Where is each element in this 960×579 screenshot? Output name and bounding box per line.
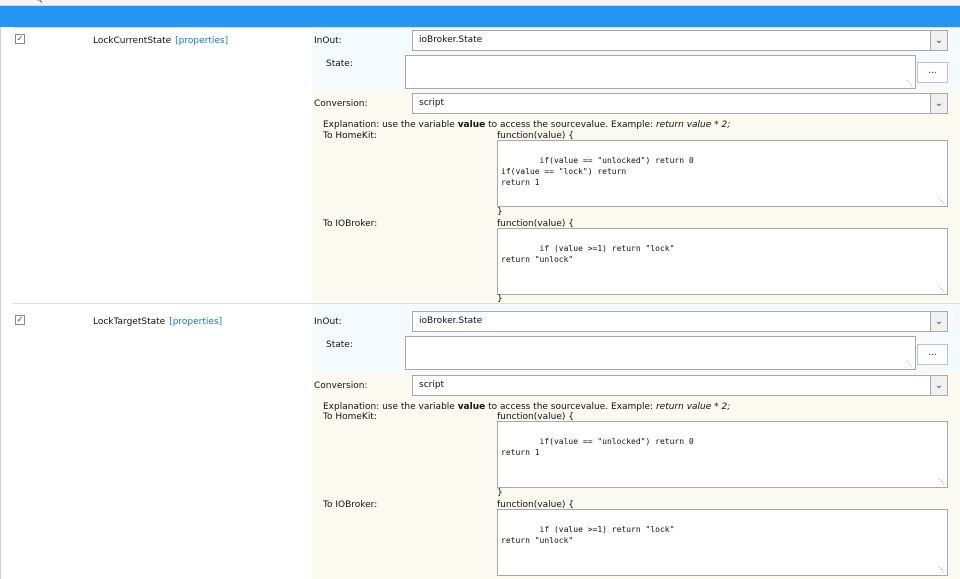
explanation-bold: value [457, 402, 486, 412]
chevron-down-icon: ⌄ [930, 94, 947, 113]
characteristic-name-text: LockCurrentState [93, 36, 172, 46]
config-panel: InOut: ioBroker.State ⌄ State: ⋱ ... Con… [312, 304, 960, 579]
iobroker-code-editor[interactable]: if (value >=1) return "lock" return "unl… [497, 509, 948, 576]
characteristic-name-text: LockTargetState [93, 317, 166, 327]
characteristic-row: ✓ LockCurrentState [properties] InOut: io… [12, 27, 960, 304]
characteristic-row: ✓ LockTargetState [properties] InOut: ioB… [12, 303, 960, 579]
enable-checkbox[interactable]: ✓ [15, 34, 25, 44]
config-panel: InOut: ioBroker.State ⌄ State: ⋱ ... Con… [312, 28, 960, 304]
checkmark-icon: ✓ [16, 34, 24, 43]
homekit-function-close: } [497, 488, 503, 498]
explanation-example: return value * 2; [655, 120, 731, 130]
chevron-down-icon: ⌄ [930, 376, 947, 395]
header-bar [0, 6, 960, 27]
homekit-code-editor[interactable]: if(value == "unlocked") return 0 return … [497, 421, 948, 488]
conversion-label: Conversion: [314, 99, 368, 109]
explanation-prefix: Explanation: use the variable [323, 402, 458, 412]
inout-select[interactable]: ioBroker.State ⌄ [412, 30, 948, 51]
properties-link[interactable]: [properties] [169, 317, 222, 327]
conversion-select[interactable]: script ⌄ [412, 375, 948, 396]
homekit-function-close: } [497, 207, 503, 217]
homekit-code-editor[interactable]: if(value == "unlocked") return 0 if(valu… [497, 140, 948, 207]
conversion-label: Conversion: [314, 381, 368, 391]
to-homekit-label: To HomeKit: [323, 131, 377, 141]
iobroker-code: if (value >=1) return "lock" return "unl… [501, 244, 675, 264]
inout-select[interactable]: ioBroker.State ⌄ [412, 311, 948, 332]
resize-grip-icon[interactable]: ⋱ [906, 361, 913, 368]
characteristics-list: ✓ LockCurrentState [properties] InOut: io… [0, 27, 960, 579]
browse-state-button[interactable]: ... [917, 344, 948, 365]
homekit-code: if(value == "unlocked") return 0 return … [501, 437, 694, 457]
characteristic-name: LockTargetState [properties] [93, 317, 222, 327]
iobroker-code: if (value >=1) return "lock" return "unl… [501, 525, 675, 545]
conversion-select[interactable]: script ⌄ [412, 93, 948, 114]
to-iobroker-label: To IOBroker: [323, 219, 378, 229]
state-input[interactable]: ⋱ [405, 336, 916, 370]
explanation-text: Explanation: use the variable value to a… [323, 120, 730, 130]
explanation-middle: to access the sourcevalue. Example: [485, 120, 656, 130]
resize-grip-icon[interactable]: ⋱ [938, 286, 945, 293]
chevron-down-icon: ⌄ [930, 31, 947, 50]
to-iobroker-label: To IOBroker: [323, 500, 378, 510]
to-homekit-label: To HomeKit: [323, 412, 377, 422]
inout-select-value: ioBroker.State [419, 35, 483, 45]
conversion-select-value: script [419, 380, 445, 390]
properties-link[interactable]: [properties] [175, 36, 228, 46]
state-label: State: [326, 59, 353, 69]
chevron-down-icon: ⌄ [930, 312, 947, 331]
browse-state-button[interactable]: ... [917, 62, 948, 83]
state-label: State: [326, 340, 353, 350]
resize-grip-icon[interactable]: ⋱ [906, 80, 913, 87]
homekit-code: if(value == "unlocked") return 0 if(valu… [501, 156, 694, 187]
explanation-example: return value * 2; [655, 402, 731, 412]
explanation-middle: to access the sourcevalue. Example: [485, 402, 656, 412]
explanation-text: Explanation: use the variable value to a… [323, 402, 730, 412]
state-input[interactable]: ⋱ [405, 55, 916, 89]
checkmark-icon: ✓ [16, 315, 24, 324]
inout-label: InOut: [314, 317, 342, 327]
resize-grip-icon[interactable]: ⋱ [938, 198, 945, 205]
explanation-bold: value [457, 120, 486, 130]
resize-grip-icon[interactable]: ⋱ [938, 567, 945, 574]
conversion-select-value: script [419, 98, 445, 108]
enable-checkbox[interactable]: ✓ [15, 315, 25, 325]
explanation-prefix: Explanation: use the variable [323, 120, 458, 130]
inout-select-value: ioBroker.State [419, 316, 483, 326]
resize-grip-icon[interactable]: ⋱ [938, 479, 945, 486]
iobroker-code-editor[interactable]: if (value >=1) return "lock" return "unl… [497, 228, 948, 295]
characteristic-name: LockCurrentState [properties] [93, 36, 228, 46]
inout-label: InOut: [314, 36, 342, 46]
